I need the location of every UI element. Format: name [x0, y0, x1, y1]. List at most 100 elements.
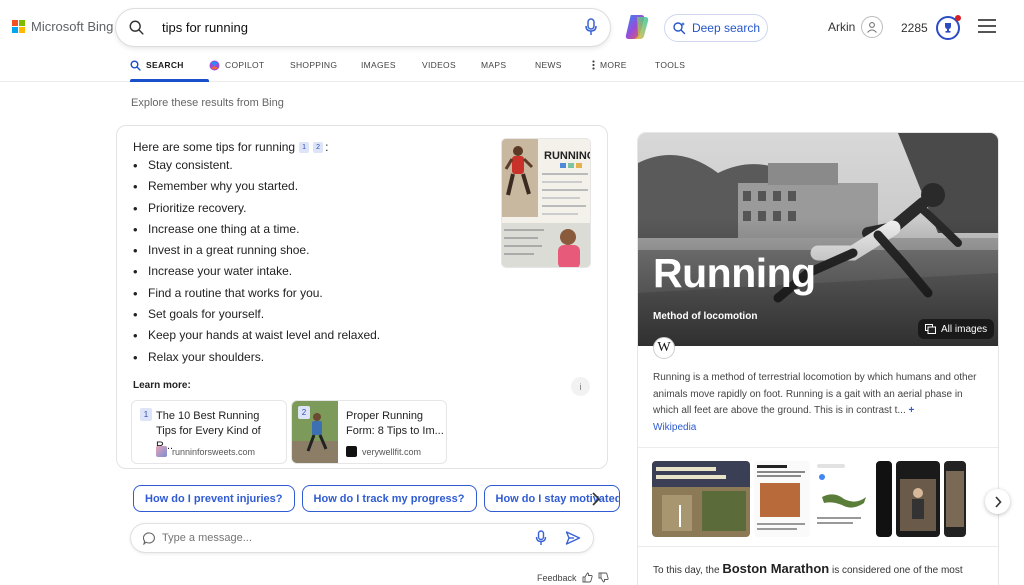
copilot-answer-card: Here are some tips for running 1 2 : Sta…	[116, 125, 608, 469]
source-title: Proper Running Form: 8 Tips to Im...	[346, 410, 444, 437]
answer-title-text: Here are some tips for running	[133, 140, 296, 154]
citation-2[interactable]: 2	[313, 141, 324, 153]
entity-description: Running is a method of terrestrial locom…	[653, 370, 985, 420]
site-favicon-icon	[346, 446, 357, 457]
microphone-icon[interactable]	[584, 18, 598, 36]
deep-search-icon	[673, 22, 686, 35]
infographic-title: RUNNING	[544, 150, 591, 162]
source-site: verywellfit.com	[346, 446, 421, 457]
copilot-logo-icon[interactable]	[622, 12, 652, 42]
wikipedia-link[interactable]: Wikipedia	[653, 422, 696, 433]
entity-description-text: Running is a method of terrestrial locom…	[653, 372, 977, 416]
hamburger-menu-icon[interactable]	[978, 19, 996, 33]
send-icon[interactable]	[565, 530, 581, 546]
entity-subtitle: Method of locomotion	[653, 311, 758, 322]
message-composer[interactable]	[131, 524, 593, 552]
answer-title-suffix: :	[325, 140, 329, 154]
deep-search-label: Deep search	[691, 21, 761, 35]
source-thumbnail-image: 2	[292, 401, 338, 463]
list-item: Find a routine that works for you.	[133, 283, 380, 304]
infographic-graphic: RUNNING	[502, 139, 591, 267]
fact-highlight[interactable]: Boston Marathon	[722, 561, 829, 576]
user-account[interactable]: Arkin	[828, 16, 884, 38]
answer-title: Here are some tips for running 1 2 :	[133, 140, 328, 154]
tab-more[interactable]: MORE	[592, 57, 655, 82]
tab-maps[interactable]: MAPS	[481, 57, 535, 82]
source-card-2[interactable]: 2 Proper Running Form: 8 Tips to Im... v…	[291, 400, 447, 464]
divider	[638, 546, 998, 547]
rewards-trophy-icon	[935, 15, 961, 40]
carousel-image[interactable]	[896, 461, 940, 537]
explore-caption: Explore these results from Bing	[131, 97, 284, 109]
list-item: Increase your water intake.	[133, 261, 380, 282]
carousel-image[interactable]	[814, 461, 872, 537]
tab-shopping[interactable]: SHOPPING	[290, 57, 361, 82]
knowledge-panel: Running Method of locomotion All images …	[638, 133, 998, 585]
tab-tools[interactable]: TOOLS	[655, 57, 705, 82]
tab-news[interactable]: NEWS	[535, 57, 592, 82]
expand-icon[interactable]: +	[909, 405, 915, 416]
bing-logo[interactable]: Microsoft Bing	[12, 19, 113, 34]
source-site-name: verywellfit.com	[362, 446, 422, 457]
list-item: Increase one thing at a time.	[133, 219, 380, 240]
carousel-image[interactable]	[876, 461, 892, 537]
source-number: 2	[298, 406, 310, 419]
message-input[interactable]	[162, 532, 522, 544]
chevron-right-icon[interactable]	[586, 488, 606, 510]
divider	[638, 447, 998, 448]
carousel-image[interactable]	[652, 461, 750, 537]
chevron-right-icon	[994, 495, 1002, 508]
feedback-label[interactable]: Feedback	[537, 573, 577, 583]
search-input[interactable]	[162, 20, 542, 35]
carousel-image[interactable]	[754, 461, 810, 537]
list-item: Prioritize recovery.	[133, 198, 380, 219]
images-icon	[925, 324, 936, 334]
top-header: Microsoft Bing Deep search Arkin	[0, 0, 1024, 82]
list-item: Keep your hands at waist level and relax…	[133, 325, 380, 346]
tab-search[interactable]: SEARCH	[130, 57, 209, 82]
suggestion-chips: How do I prevent injuries? How do I trac…	[133, 485, 620, 512]
feedback: Feedback	[537, 572, 609, 583]
suggestion-chip[interactable]: How do I track my progress?	[301, 485, 477, 512]
list-item: Stay consistent.	[133, 155, 380, 176]
tab-label: MORE	[600, 60, 627, 70]
site-favicon-icon	[156, 446, 167, 457]
carousel-next-button[interactable]	[985, 489, 1010, 514]
suggestion-chip[interactable]: How do I prevent injuries?	[133, 485, 295, 512]
search-icon	[130, 60, 141, 71]
person-icon	[867, 22, 878, 33]
avatar	[861, 16, 884, 38]
all-images-label: All images	[941, 323, 988, 335]
list-item: Relax your shoulders.	[133, 347, 380, 368]
microphone-icon[interactable]	[535, 530, 547, 546]
tab-label: IMAGES	[361, 60, 396, 70]
fact-prefix: To this day, the	[653, 565, 720, 576]
list-item: Set goals for yourself.	[133, 304, 380, 325]
thumbs-up-icon[interactable]	[582, 572, 593, 583]
info-icon[interactable]: i	[571, 377, 590, 396]
running-infographic-image[interactable]: RUNNING	[501, 138, 591, 268]
wikipedia-logo-icon[interactable]: W	[653, 337, 675, 359]
tab-label: COPILOT	[225, 60, 265, 70]
carousel-image[interactable]	[944, 461, 966, 537]
tab-images[interactable]: IMAGES	[361, 57, 422, 82]
notification-dot	[954, 15, 961, 21]
rewards-points: 2285	[901, 21, 928, 35]
tab-label: NEWS	[535, 60, 562, 70]
tips-list: Stay consistent. Remember why you starte…	[133, 155, 380, 368]
deep-search-button[interactable]: Deep search	[664, 14, 768, 42]
search-tabs: SEARCH COPILOT SHOPPING IMAGES VIDEOS MA…	[130, 57, 705, 82]
image-carousel	[652, 461, 998, 537]
hero-image[interactable]: Running Method of locomotion All images	[638, 133, 998, 346]
source-card-1[interactable]: 1 The 10 Best Running Tips for Every Kin…	[131, 400, 287, 464]
tab-label: TOOLS	[655, 60, 686, 70]
rewards[interactable]: 2285	[901, 15, 961, 40]
thumbs-down-icon[interactable]	[598, 572, 609, 583]
tab-copilot[interactable]: COPILOT	[209, 57, 290, 82]
microsoft-logo-icon	[12, 20, 25, 33]
tab-label: SHOPPING	[290, 60, 338, 70]
search-box[interactable]	[116, 9, 610, 46]
all-images-button[interactable]: All images	[918, 319, 995, 339]
citation-1[interactable]: 1	[299, 141, 310, 153]
tab-videos[interactable]: VIDEOS	[422, 57, 481, 82]
